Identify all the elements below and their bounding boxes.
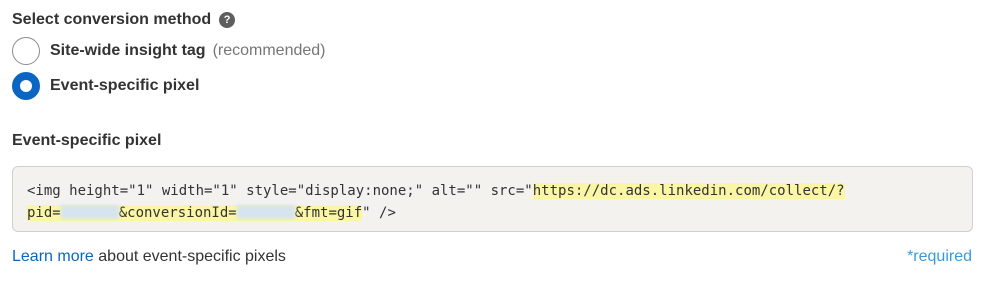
code-conversion-param: &conversionId= [118,205,237,221]
code-line-2: pid= &conversionId= &fmt=gif" /> [27,202,958,224]
radio-option-label: Site-wide insight tag [50,42,206,59]
radio-option-label: Event-specific pixel [50,77,200,94]
radio-button-checked[interactable] [12,72,40,100]
radio-button-unchecked[interactable] [12,37,40,65]
code-pid-param: pid= [27,205,61,221]
radio-option-site-wide-insight-tag[interactable]: Site-wide insight tag (recommended) [12,37,326,65]
code-closing: " /> [362,205,396,221]
code-text: <img height="1" width="1" style="display… [27,183,533,199]
pixel-code-title: Event-specific pixel [12,132,162,149]
learn-more-line: Learn more about event-specific pixels [12,248,286,266]
learn-more-link[interactable]: Learn more [12,248,94,265]
redacted-partner-id [60,205,119,219]
code-url-highlight: https://dc.ads.linkedin.com/collect/? [532,183,845,199]
section-heading: Select conversion method ? [12,11,236,29]
required-indicator: *required [907,248,972,265]
code-line-1: <img height="1" width="1" style="display… [27,180,958,202]
conversion-method-panel: Select conversion method ? Site-wide ins… [0,0,982,297]
redacted-conversion-id [236,205,295,219]
section-heading-label: Select conversion method [12,11,212,28]
learn-more-text: about event-specific pixels [93,248,286,265]
radio-option-event-specific-pixel[interactable]: Event-specific pixel [12,72,199,100]
help-icon[interactable]: ? [219,12,236,28]
radio-dot-icon [20,80,32,92]
pixel-code-box[interactable]: <img height="1" width="1" style="display… [12,166,973,232]
recommended-note: (recommended) [212,42,326,59]
code-fmt-param: &fmt=gif [294,205,363,221]
